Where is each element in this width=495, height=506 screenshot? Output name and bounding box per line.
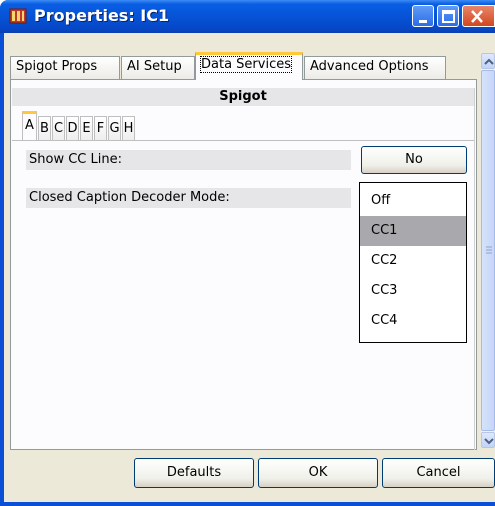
tab-data-services-label: Data Services xyxy=(200,56,292,73)
close-icon xyxy=(471,10,483,23)
inner-tab-c[interactable]: C xyxy=(52,116,65,140)
ok-button[interactable]: OK xyxy=(258,458,378,488)
maximize-button[interactable] xyxy=(437,5,459,27)
window-title: Properties: IC1 xyxy=(34,6,170,25)
inner-tab-e[interactable]: E xyxy=(80,116,93,140)
window-bottom-border xyxy=(0,502,495,506)
tab-data-services[interactable]: Data Services xyxy=(195,52,303,80)
option-off[interactable]: Off xyxy=(360,186,466,216)
scroll-thumb[interactable] xyxy=(481,70,495,431)
tab-spigot-props[interactable]: Spigot Props xyxy=(10,56,120,79)
inner-tab-f[interactable]: F xyxy=(94,116,107,140)
chevron-up-icon xyxy=(484,58,494,65)
defaults-button[interactable]: Defaults xyxy=(134,458,254,488)
option-cc1[interactable]: CC1 xyxy=(360,216,466,246)
vertical-scrollbar[interactable] xyxy=(481,53,495,448)
app-icon xyxy=(9,8,27,24)
minimize-button[interactable] xyxy=(412,5,434,27)
tab-ai-setup[interactable]: AI Setup xyxy=(121,56,195,79)
inner-tab-g[interactable]: G xyxy=(108,116,121,140)
scroll-up-button[interactable] xyxy=(481,53,495,69)
inner-tab-h[interactable]: H xyxy=(122,116,135,140)
decoder-mode-label: Closed Caption Decoder Mode: xyxy=(26,188,351,208)
inner-tab-divider xyxy=(12,140,474,141)
close-button[interactable] xyxy=(462,5,495,27)
option-cc2[interactable]: CC2 xyxy=(360,246,466,276)
inner-tab-b[interactable]: B xyxy=(38,116,51,140)
decoder-mode-dropdown[interactable]: Off CC1 CC2 CC3 CC4 xyxy=(359,182,467,343)
show-cc-line-label: Show CC Line: xyxy=(26,150,351,170)
scroll-down-button[interactable] xyxy=(481,432,495,448)
minimize-icon xyxy=(419,20,427,23)
grip-icon xyxy=(486,246,492,254)
tab-advanced-options[interactable]: Advanced Options xyxy=(304,56,446,79)
inner-tab-a[interactable]: A xyxy=(22,111,37,140)
show-cc-line-toggle[interactable]: No xyxy=(361,146,467,174)
inner-tab-d[interactable]: D xyxy=(66,116,79,140)
chevron-down-icon xyxy=(484,438,494,445)
option-cc4[interactable]: CC4 xyxy=(360,306,466,336)
maximize-icon xyxy=(442,10,455,23)
option-cc3[interactable]: CC3 xyxy=(360,276,466,306)
title-bar[interactable]: Properties: IC1 xyxy=(0,0,495,33)
panel-divider xyxy=(474,88,475,450)
cancel-button[interactable]: Cancel xyxy=(382,458,495,488)
section-header: Spigot xyxy=(12,88,474,106)
